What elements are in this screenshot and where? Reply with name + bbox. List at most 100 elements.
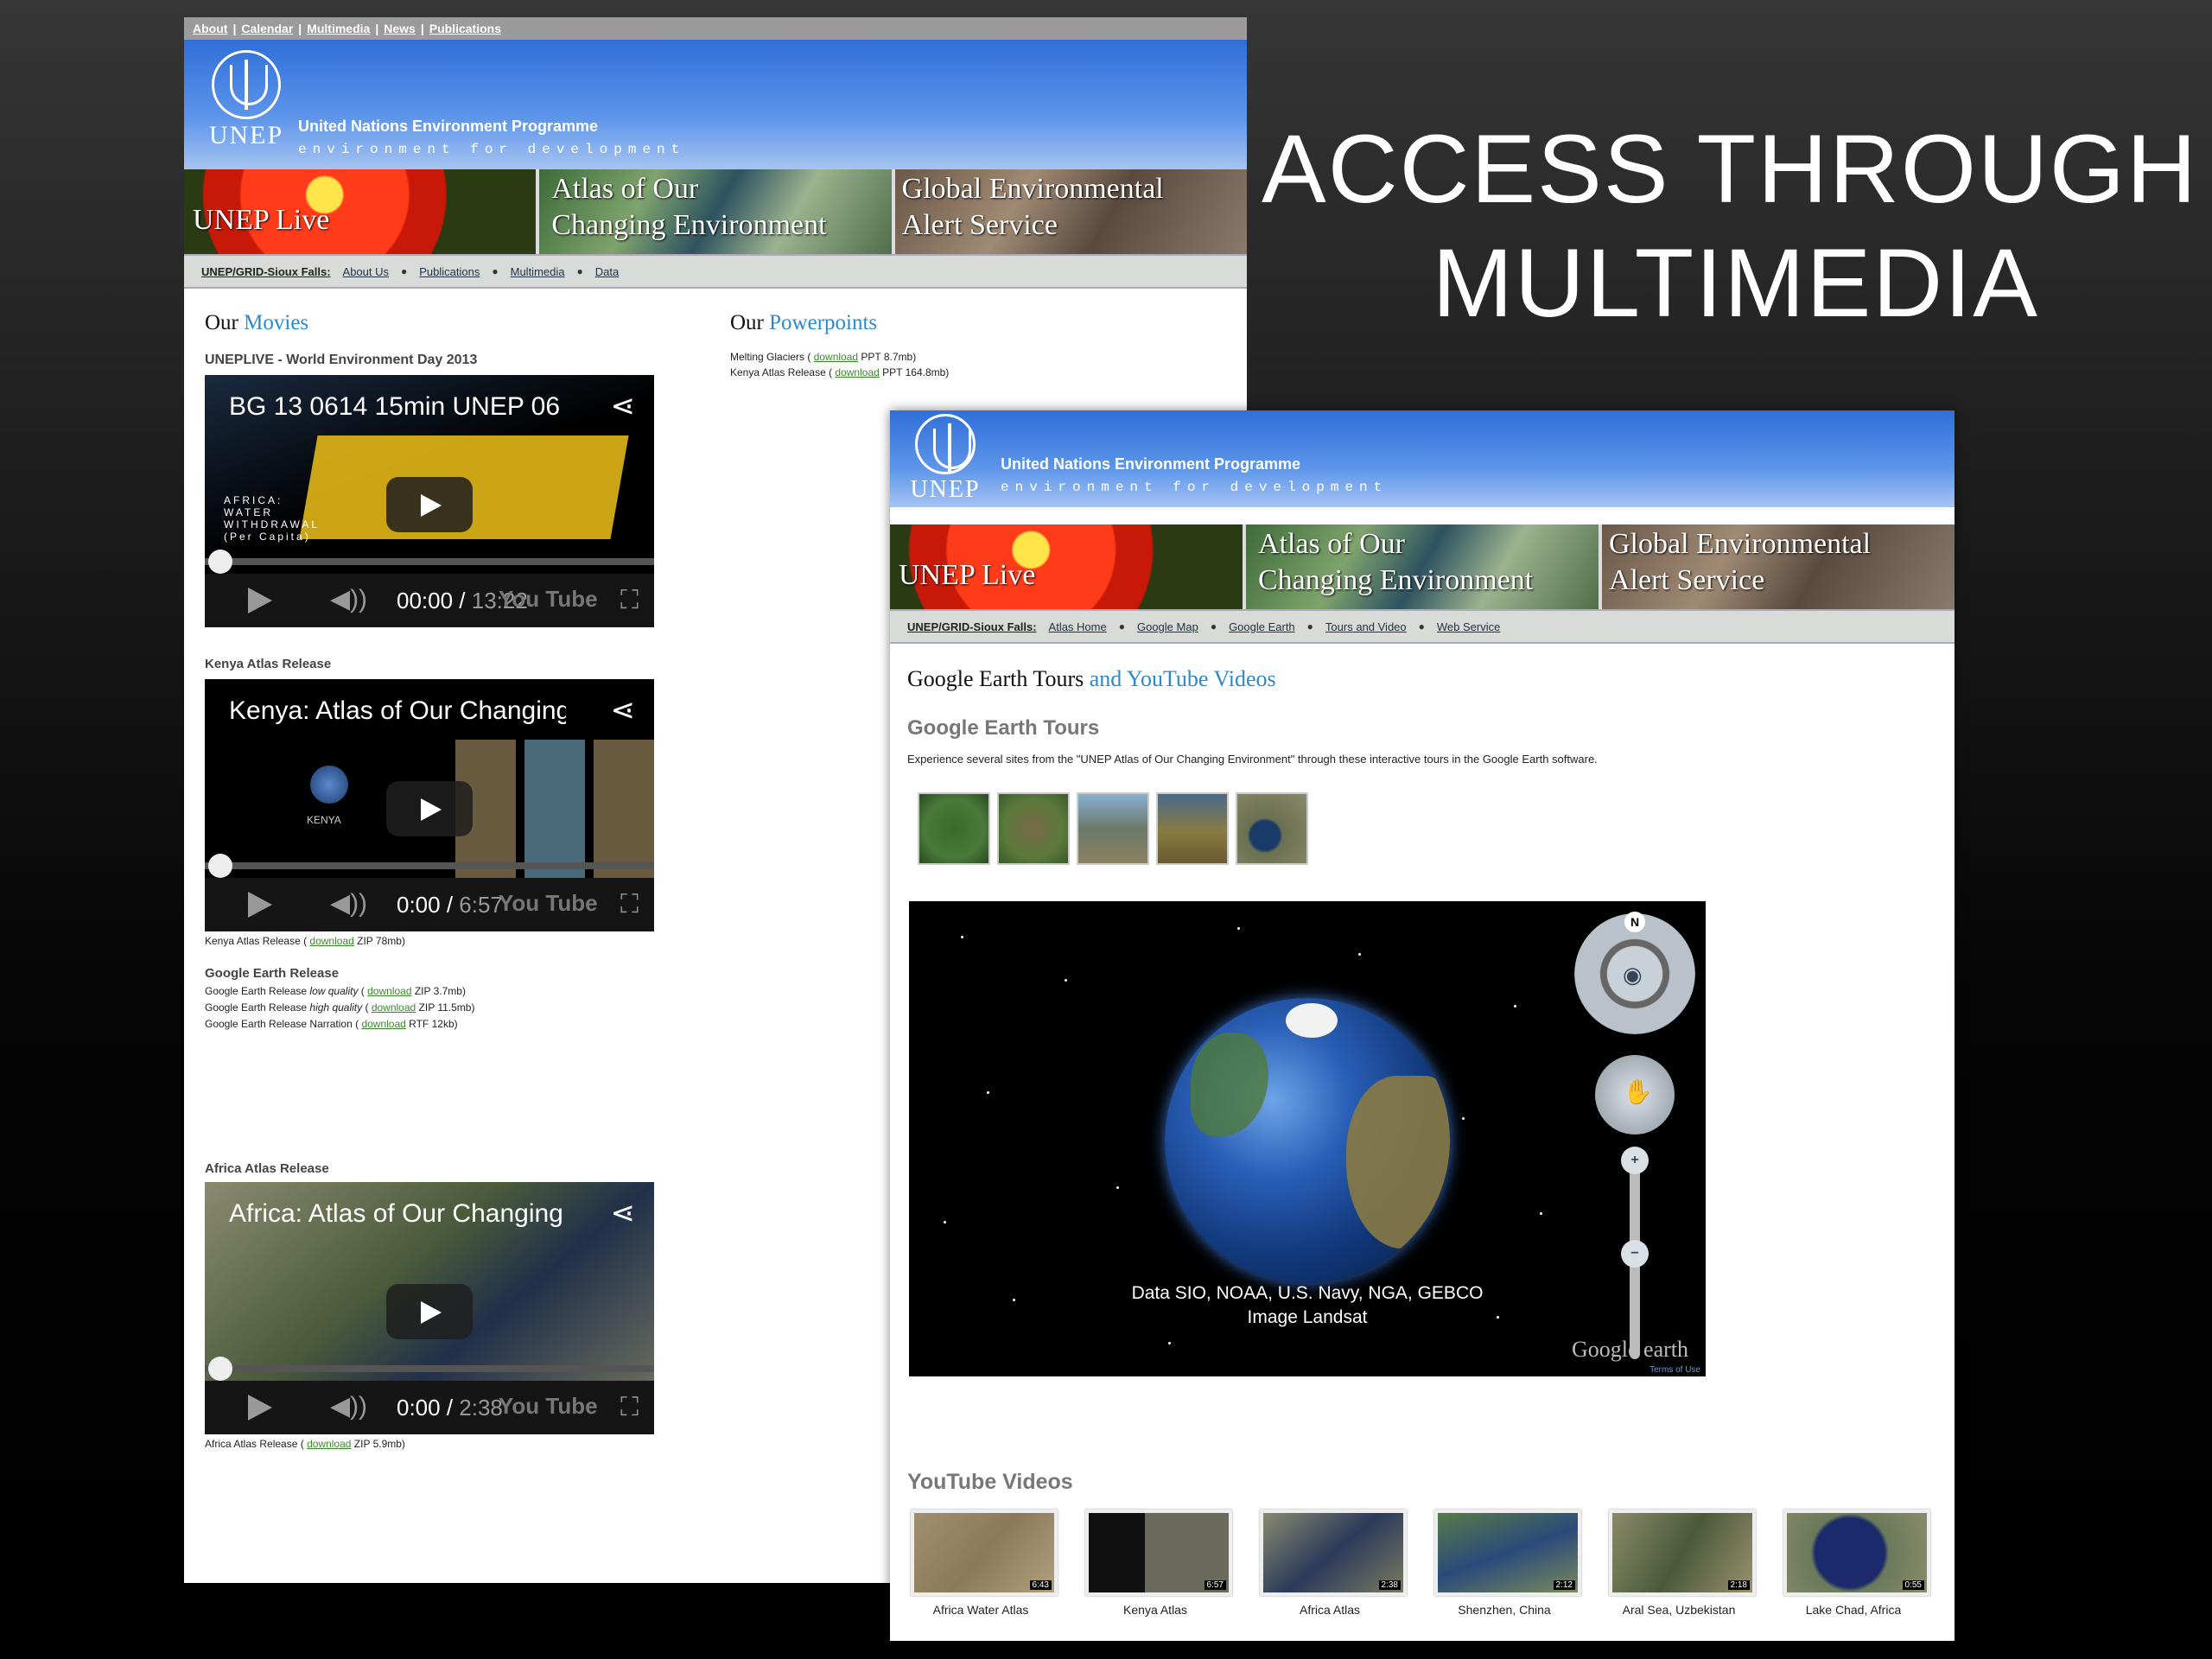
- youtube-logo[interactable]: You Tube: [499, 586, 598, 613]
- nav-publications[interactable]: Publications: [429, 22, 501, 35]
- item-name: Google Earth Release: [205, 985, 308, 997]
- youtube-caption[interactable]: Kenya Atlas: [1082, 1603, 1229, 1617]
- unep-header: UNEP United Nations Environment Programm…: [184, 40, 1247, 169]
- africa-download: Africa Atlas Release ( download ZIP 5.9m…: [205, 1438, 405, 1450]
- tour-thumbnail[interactable]: [918, 792, 990, 865]
- terms-link[interactable]: Terms of Use: [1649, 1365, 1700, 1375]
- slide-title-line-2: MULTIMEDIA: [1432, 229, 2039, 337]
- subnav-home[interactable]: UNEP/GRID-Sioux Falls:: [201, 265, 331, 278]
- download-link[interactable]: download: [372, 1001, 416, 1014]
- volume-icon[interactable]: ◀)): [330, 888, 367, 918]
- youtube-caption[interactable]: Lake Chad, Africa: [1780, 1603, 1927, 1617]
- banner-row: UNEP Live Atlas of Our Changing Environm…: [890, 524, 1955, 609]
- youtube-caption[interactable]: Shenzhen, China: [1431, 1603, 1578, 1617]
- video-progress-bar[interactable]: [205, 558, 654, 565]
- earth-globe[interactable]: [1165, 998, 1450, 1283]
- video-player-africa[interactable]: Africa: Atlas of Our Changing ⋖ ◀)) 0:00…: [205, 1182, 654, 1434]
- progress-knob[interactable]: [208, 1357, 232, 1381]
- fullscreen-icon[interactable]: ⛶: [620, 586, 639, 615]
- download-link[interactable]: download: [307, 1438, 351, 1450]
- play-button[interactable]: [386, 781, 473, 836]
- youtube-thumbnail[interactable]: 6:43: [911, 1510, 1058, 1596]
- video-player-kenya[interactable]: KENYA Kenya: Atlas of Our Changing ⋖ ◀))…: [205, 679, 654, 931]
- subnav-multimedia[interactable]: Multimedia: [511, 265, 565, 278]
- play-button[interactable]: [386, 1284, 473, 1339]
- fullscreen-icon[interactable]: ⛶: [620, 890, 639, 919]
- banner-label: Atlas of Our: [551, 173, 699, 205]
- zoom-out-button[interactable]: −: [1621, 1240, 1649, 1268]
- share-icon[interactable]: ⋖: [611, 389, 636, 423]
- tour-thumbnail[interactable]: [1236, 792, 1308, 865]
- youtube-thumbnail[interactable]: 2:18: [1609, 1510, 1756, 1596]
- pan-control[interactable]: ✋: [1595, 1055, 1675, 1135]
- subnav-about-us[interactable]: About Us: [343, 265, 389, 278]
- zoom-in-button[interactable]: +: [1621, 1147, 1649, 1174]
- download-link[interactable]: download: [367, 985, 411, 997]
- tour-thumbnail[interactable]: [1077, 792, 1149, 865]
- banner-unep-live[interactable]: UNEP Live: [890, 524, 1243, 609]
- unep-logo[interactable]: UNEP: [902, 414, 988, 504]
- google-earth-viewer[interactable]: Data SIO, NOAA, U.S. Navy, NGA, GEBCO Im…: [909, 901, 1706, 1376]
- subnav-data[interactable]: Data: [595, 265, 619, 278]
- item-name: Google Earth Release: [205, 1001, 308, 1014]
- video-time: 0:00 / 2:38: [397, 1395, 503, 1421]
- section-uneplive: UNEPLIVE - World Environment Day 2013: [205, 353, 478, 367]
- download-link[interactable]: download: [814, 351, 858, 363]
- subnav-web-service[interactable]: Web Service: [1437, 620, 1500, 633]
- youtube-logo[interactable]: You Tube: [499, 1393, 598, 1420]
- download-link[interactable]: download: [361, 1018, 405, 1030]
- play-button[interactable]: [386, 477, 473, 532]
- subnav-atlas-home[interactable]: Atlas Home: [1049, 620, 1107, 633]
- banner-label: Alert Service: [1609, 564, 1765, 596]
- tour-thumbnail[interactable]: [997, 792, 1070, 865]
- youtube-thumbnail[interactable]: 2:12: [1434, 1510, 1581, 1596]
- heading-highlight: and YouTube Videos: [1089, 666, 1276, 691]
- video-player-uneplive[interactable]: AFRICA: WATER WITHDRAWAL (Per Capita) BG…: [205, 375, 654, 627]
- banner-geas[interactable]: Global Environmental Alert Service: [1602, 524, 1955, 609]
- share-icon[interactable]: ⋖: [611, 1196, 636, 1230]
- file-info: ZIP 78mb): [357, 935, 405, 947]
- navigation-compass[interactable]: N ◉: [1574, 912, 1695, 1034]
- download-link[interactable]: download: [835, 366, 879, 378]
- heading-prefix: Google Earth Tours: [907, 666, 1084, 691]
- share-icon[interactable]: ⋖: [611, 693, 636, 728]
- youtube-logo[interactable]: You Tube: [499, 890, 598, 917]
- subnav-google-map[interactable]: Google Map: [1137, 620, 1198, 633]
- volume-icon[interactable]: ◀)): [330, 1391, 367, 1421]
- progress-knob[interactable]: [208, 550, 232, 574]
- banner-atlas[interactable]: Atlas of Our Changing Environment: [1246, 524, 1599, 609]
- download-link[interactable]: download: [309, 935, 353, 947]
- subnav-google-earth[interactable]: Google Earth: [1229, 620, 1295, 633]
- youtube-thumbnail[interactable]: 2:38: [1260, 1510, 1407, 1596]
- nav-multimedia[interactable]: Multimedia: [307, 22, 370, 35]
- subnav-home[interactable]: UNEP/GRID-Sioux Falls:: [907, 620, 1037, 633]
- youtube-caption[interactable]: Aral Sea, Uzbekistan: [1605, 1603, 1752, 1617]
- progress-knob[interactable]: [208, 854, 232, 878]
- video-duration: 0:55: [1902, 1580, 1924, 1590]
- play-icon[interactable]: [248, 1395, 272, 1421]
- north-indicator[interactable]: N: [1624, 912, 1645, 932]
- tours-page-screenshot: UNEP United Nations Environment Programm…: [890, 410, 1955, 1641]
- banner-unep-live[interactable]: UNEP Live: [184, 169, 537, 254]
- video-progress-bar[interactable]: [205, 862, 654, 869]
- subnav-publications[interactable]: Publications: [419, 265, 480, 278]
- unep-logo[interactable]: UNEP: [203, 50, 289, 150]
- subnav-tours-video[interactable]: Tours and Video: [1325, 620, 1407, 633]
- youtube-thumbnail[interactable]: 6:57: [1085, 1510, 1232, 1596]
- nav-news[interactable]: News: [384, 22, 416, 35]
- file-info: RTF 12kb): [409, 1018, 458, 1030]
- tour-thumbnail[interactable]: [1156, 792, 1229, 865]
- play-icon[interactable]: [248, 892, 272, 918]
- youtube-thumbnail[interactable]: 0:55: [1783, 1510, 1930, 1596]
- banner-geas[interactable]: Global Environmental Alert Service: [894, 169, 1247, 254]
- banner-atlas[interactable]: Atlas of Our Changing Environment: [539, 169, 892, 254]
- video-progress-bar[interactable]: [205, 1365, 654, 1372]
- volume-icon[interactable]: ◀)): [330, 584, 367, 614]
- map-attribution: Data SIO, NOAA, U.S. Navy, NGA, GEBCO Im…: [909, 1281, 1706, 1330]
- youtube-caption[interactable]: Africa Water Atlas: [907, 1603, 1054, 1617]
- play-icon[interactable]: [248, 588, 272, 613]
- youtube-caption[interactable]: Africa Atlas: [1256, 1603, 1403, 1617]
- nav-calendar[interactable]: Calendar: [241, 22, 293, 35]
- fullscreen-icon[interactable]: ⛶: [620, 1393, 639, 1422]
- nav-about[interactable]: About: [193, 22, 227, 35]
